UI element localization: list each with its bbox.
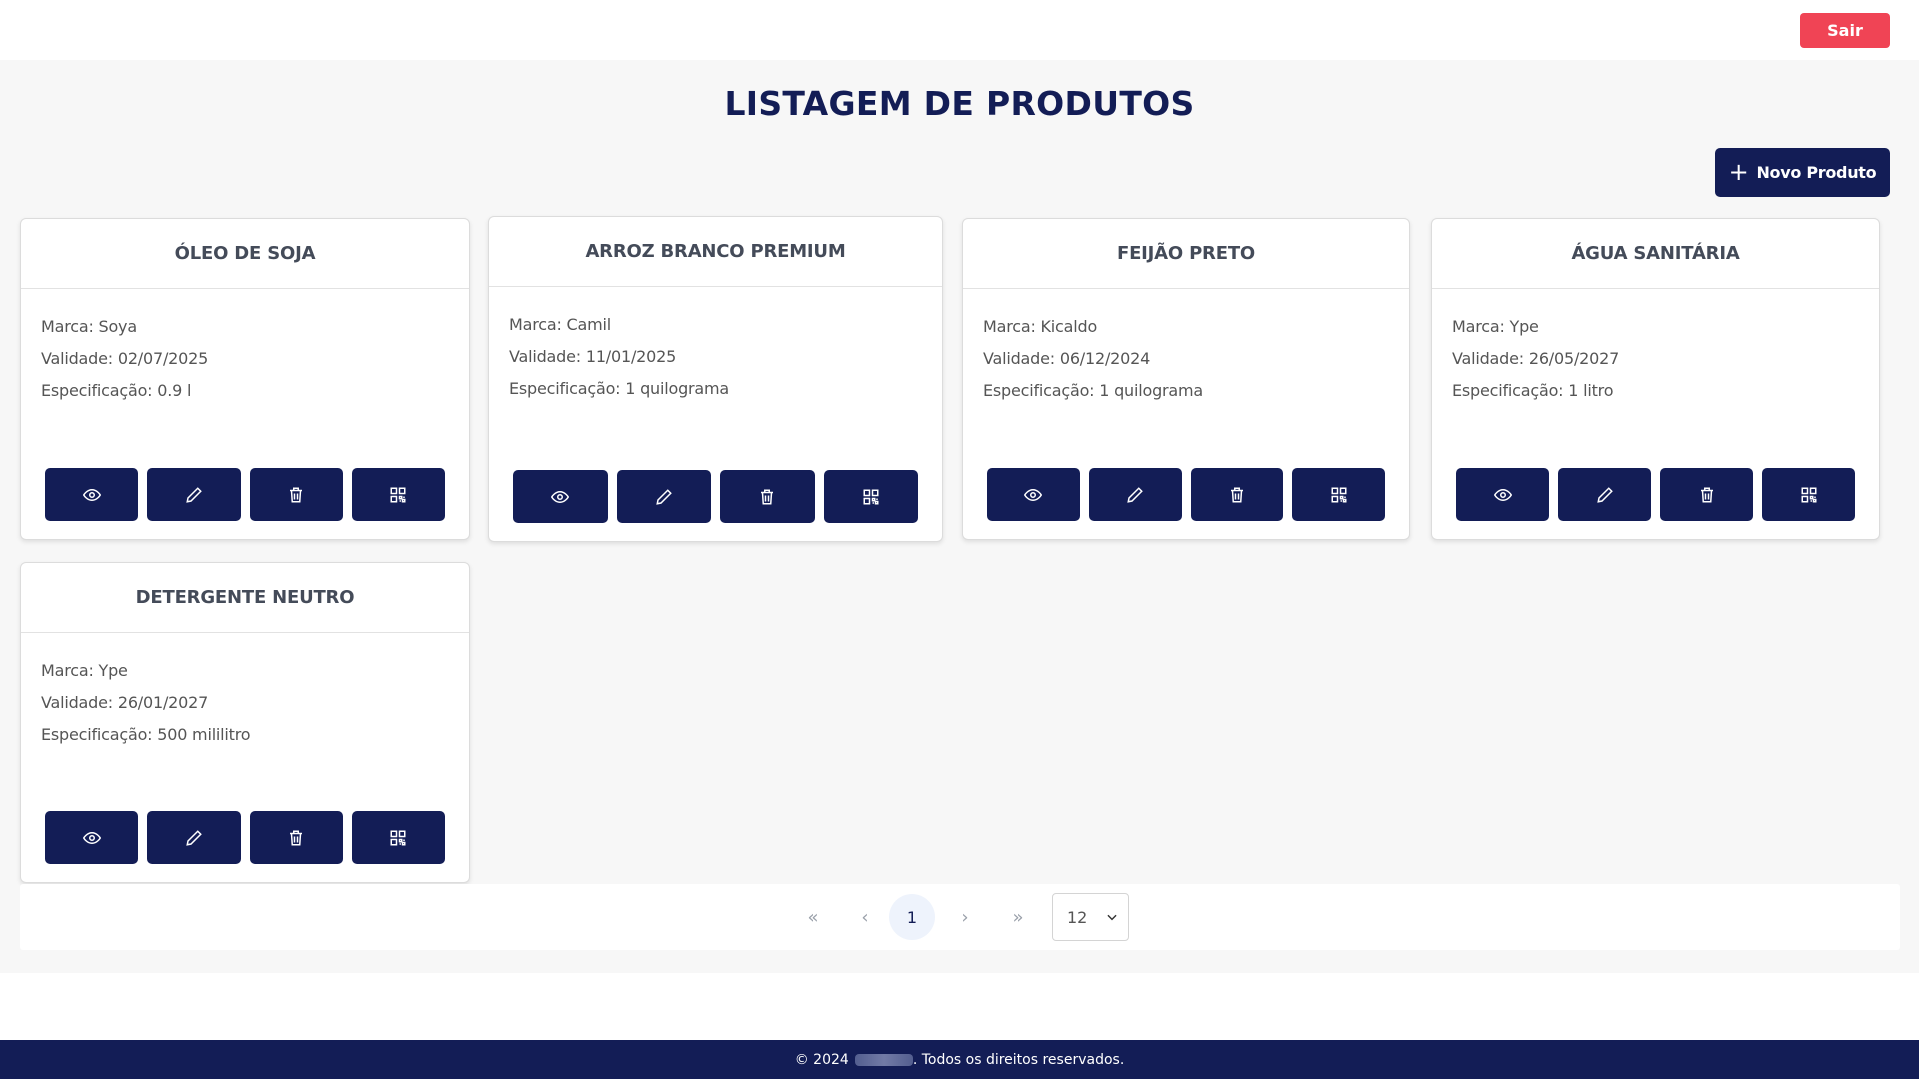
pencil-icon [186, 829, 202, 846]
product-spec: Especificação: 0.9 l [41, 381, 192, 400]
pencil-icon [1127, 486, 1143, 503]
pencil-icon [656, 488, 672, 505]
footer-copyright: © 2024 [794, 1051, 849, 1068]
chevron-down-icon [1107, 914, 1117, 921]
new-product-label: Novo Produto [1756, 163, 1877, 182]
delete-button[interactable] [249, 468, 343, 521]
eye-icon [551, 490, 570, 503]
view-button[interactable] [45, 468, 139, 521]
delete-button[interactable] [1660, 468, 1753, 521]
product-validity: Validade: 26/01/2027 [41, 693, 209, 712]
logout-button[interactable]: Sair [1800, 13, 1890, 48]
product-name: DETERGENTE NEUTRO [135, 587, 355, 608]
edit-button[interactable] [147, 468, 241, 521]
trash-icon [761, 489, 774, 504]
product-card: ÓLEO DE SOJA Marca: Soya Validade: 02/07… [20, 218, 470, 540]
page-size-value: 12 [1067, 907, 1088, 927]
product-brand: Marca: Ype [1452, 317, 1539, 336]
product-name: ÓLEO DE SOJA [174, 243, 316, 264]
main-content: LISTAGEM DE PRODUTOS + Novo Produto ÓLEO… [0, 60, 1919, 973]
blurred-company-name [854, 1053, 913, 1066]
product-brand: Marca: Camil [509, 315, 611, 334]
prev-page-button[interactable]: ‹ [842, 894, 888, 940]
next-page-button[interactable]: › [942, 894, 988, 940]
product-spec: Especificação: 500 mililitro [41, 725, 251, 744]
product-spec: Especificação: 1 quilograma [509, 379, 730, 398]
view-button[interactable] [987, 468, 1080, 521]
product-validity: Validade: 02/07/2025 [41, 349, 209, 368]
qr-code-button[interactable] [351, 811, 445, 864]
qr-code-icon [390, 487, 406, 502]
product-card: DETERGENTE NEUTRO Marca: Ype Validade: 2… [20, 562, 470, 883]
product-brand: Marca: Soya [41, 317, 137, 336]
footer: © 2024 . Todos os direitos reservados. [0, 1040, 1919, 1079]
delete-button[interactable] [1190, 468, 1284, 521]
pencil-icon [186, 486, 202, 503]
trash-icon [290, 487, 303, 502]
view-button[interactable] [1456, 468, 1549, 521]
qr-code-icon [1801, 487, 1816, 502]
product-name: FEIJÃO PRETO [1116, 243, 1255, 264]
edit-button[interactable] [1558, 468, 1651, 521]
product-validity: Validade: 06/12/2024 [983, 349, 1151, 368]
eye-icon [82, 488, 101, 501]
trash-icon [1700, 487, 1713, 502]
pagination: « ‹ 1 › » 12 [20, 884, 1900, 950]
product-validity: Validade: 26/05/2027 [1452, 349, 1620, 368]
view-button[interactable] [45, 811, 139, 864]
footer-rights: . Todos os direitos reservados. [912, 1051, 1125, 1068]
product-validity: Validade: 11/01/2025 [509, 347, 677, 366]
plus-icon: + [1728, 157, 1749, 186]
product-card: FEIJÃO PRETO Marca: Kicaldo Validade: 06… [962, 218, 1410, 540]
qr-code-button[interactable] [1762, 468, 1855, 521]
qr-code-icon [863, 489, 879, 504]
product-brand: Marca: Ype [41, 661, 128, 680]
product-card: ÁGUA SANITÁRIA Marca: Ype Validade: 26/0… [1431, 218, 1880, 540]
qr-code-icon [1331, 487, 1347, 502]
delete-button[interactable] [249, 811, 343, 864]
edit-button[interactable] [147, 811, 241, 864]
trash-icon [1230, 487, 1243, 502]
qr-code-button[interactable] [823, 470, 918, 523]
trash-icon [290, 830, 303, 845]
product-spec: Especificação: 1 quilograma [983, 381, 1204, 400]
eye-icon [1493, 488, 1512, 501]
eye-icon [82, 831, 101, 844]
view-button[interactable] [513, 470, 608, 523]
first-page-button[interactable]: « [790, 894, 836, 940]
eye-icon [1024, 488, 1043, 501]
new-product-button[interactable]: + Novo Produto [1715, 148, 1890, 197]
product-name: ARROZ BRANCO PREMIUM [585, 241, 846, 262]
last-page-button[interactable]: » [995, 894, 1041, 940]
product-name: ÁGUA SANITÁRIA [1571, 243, 1740, 264]
product-brand: Marca: Kicaldo [983, 317, 1098, 336]
page-title: LISTAGEM DE PRODUTOS [724, 84, 1195, 123]
qr-code-button[interactable] [351, 468, 445, 521]
edit-button[interactable] [616, 470, 711, 523]
page-button-current[interactable]: 1 [889, 894, 935, 940]
product-card: ARROZ BRANCO PREMIUM Marca: Camil Valida… [488, 216, 943, 542]
qr-code-icon [390, 830, 406, 845]
pencil-icon [1596, 486, 1613, 503]
qr-code-button[interactable] [1292, 468, 1385, 521]
product-spec: Especificação: 1 litro [1452, 381, 1614, 400]
top-bar: Sair [0, 0, 1919, 60]
edit-button[interactable] [1088, 468, 1182, 521]
page-size-select[interactable]: 12 [1052, 893, 1129, 941]
delete-button[interactable] [720, 470, 815, 523]
